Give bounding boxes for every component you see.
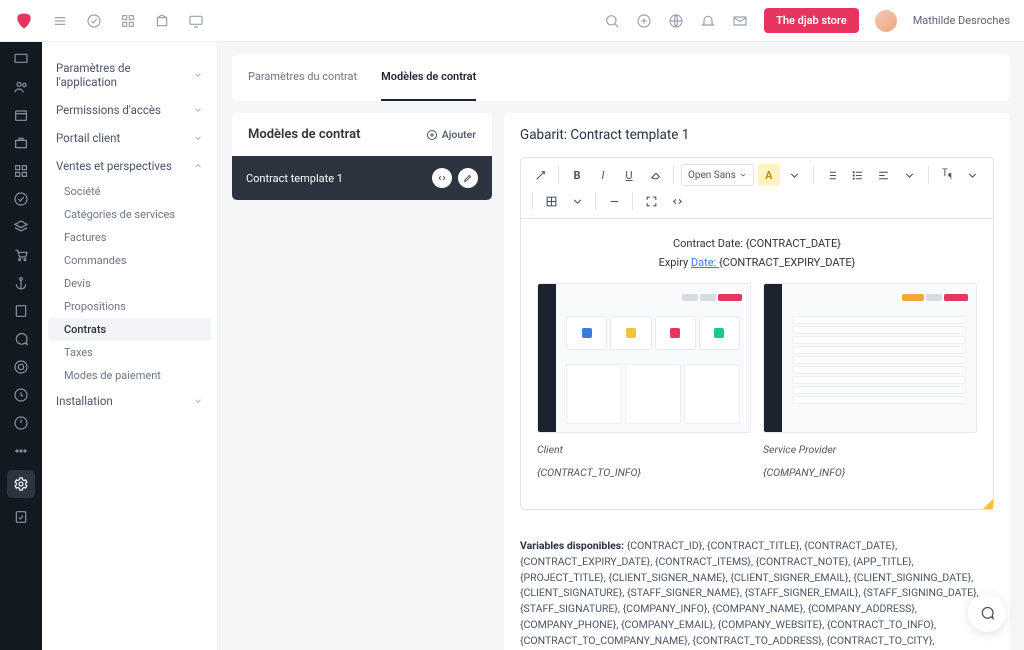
editor-card: Gabarit: Contract template 1 B I U xyxy=(504,113,1010,650)
sidebar-item-contracts[interactable]: Contrats xyxy=(48,318,211,341)
main-content: Paramètres du contrat Modèles de contrat… xyxy=(218,42,1024,650)
sidebar: Paramètres de l'application Permissions … xyxy=(42,42,218,650)
rail-chat-icon[interactable] xyxy=(12,330,30,348)
editor-body[interactable]: Contract Date: {CONTRACT_DATE} Expiry Da… xyxy=(521,219,993,509)
chat-fab[interactable] xyxy=(968,594,1006,632)
rail-more-icon[interactable] xyxy=(12,442,30,460)
store-button[interactable]: The djab store xyxy=(764,8,859,33)
rail-anchor-icon[interactable] xyxy=(12,274,30,292)
rich-editor: B I U Open Sans A xyxy=(520,157,994,510)
underline-icon[interactable]: U xyxy=(618,164,640,186)
preview-thumbnail-right xyxy=(763,283,977,433)
package-icon[interactable] xyxy=(154,13,170,29)
rail-power-icon[interactable] xyxy=(12,386,30,404)
rail-layers-icon[interactable] xyxy=(12,218,30,236)
table-icon[interactable] xyxy=(540,190,562,212)
code-view-icon[interactable] xyxy=(666,190,688,212)
icon-rail xyxy=(0,42,42,650)
dropdown-icon-4[interactable] xyxy=(566,190,588,212)
tab-contract-templates[interactable]: Modèles de contrat xyxy=(381,54,476,101)
search-icon[interactable] xyxy=(604,13,620,29)
dropdown-icon[interactable] xyxy=(784,164,806,186)
list-ul-icon[interactable] xyxy=(847,164,869,186)
rail-users-icon[interactable] xyxy=(12,78,30,96)
expiry-date-line: Expiry Date: {CONTRACT_EXPIRY_DATE} xyxy=(537,256,977,269)
align-icon[interactable] xyxy=(873,164,895,186)
template-list-item-label: Contract template 1 xyxy=(246,172,343,185)
rail-briefcase-icon[interactable] xyxy=(12,134,30,152)
template-list-title: Modèles de contrat xyxy=(248,127,360,142)
provider-value: {COMPANY_INFO} xyxy=(763,466,977,479)
rail-edit-icon[interactable] xyxy=(12,508,30,526)
plus-circle-icon[interactable] xyxy=(636,13,652,29)
sidebar-item-payment-methods[interactable]: Modes de paiement xyxy=(42,364,217,387)
editor-title: Gabarit: Contract template 1 xyxy=(504,113,1010,157)
sidebar-group-app-settings[interactable]: Paramètres de l'application xyxy=(42,54,217,96)
dropdown-icon-3[interactable] xyxy=(962,164,984,186)
rail-settings-icon[interactable] xyxy=(7,470,35,498)
paragraph-icon[interactable]: T¶ xyxy=(936,164,958,186)
rail-clock-icon[interactable] xyxy=(12,414,30,432)
code-icon[interactable] xyxy=(432,168,452,188)
fullscreen-icon[interactable] xyxy=(640,190,662,212)
avatar[interactable] xyxy=(875,10,897,32)
apps-grid-icon[interactable] xyxy=(120,13,136,29)
username-label: Mathilde Desroches xyxy=(913,14,1010,27)
edit-icon[interactable] xyxy=(458,168,478,188)
rail-lifebuoy-icon[interactable] xyxy=(12,358,30,376)
eraser-icon[interactable] xyxy=(644,164,666,186)
text-color-icon[interactable]: A xyxy=(758,164,780,186)
rail-monitor-icon[interactable] xyxy=(12,50,30,68)
mail-icon[interactable] xyxy=(732,13,748,29)
add-template-button[interactable]: Ajouter xyxy=(426,128,476,141)
monitor-icon[interactable] xyxy=(188,13,204,29)
sidebar-group-permissions[interactable]: Permissions d'accès xyxy=(42,96,217,124)
sidebar-item-taxes[interactable]: Taxes xyxy=(42,341,217,364)
client-label: Client xyxy=(537,443,751,456)
tab-bar: Paramètres du contrat Modèles de contrat xyxy=(232,54,1010,101)
sidebar-item-invoices[interactable]: Factures xyxy=(42,226,217,249)
bell-icon[interactable] xyxy=(700,13,716,29)
resize-handle-icon[interactable] xyxy=(983,499,993,509)
brand-logo xyxy=(14,11,34,31)
client-value: {CONTRACT_TO_INFO} xyxy=(537,466,751,479)
rail-grid-icon[interactable] xyxy=(12,162,30,180)
rail-check-icon[interactable] xyxy=(12,190,30,208)
preview-thumbnail-left xyxy=(537,283,751,433)
sidebar-item-service-categories[interactable]: Catégories de services xyxy=(42,203,217,226)
provider-label: Service Provider xyxy=(763,443,977,456)
menu-icon[interactable] xyxy=(52,13,68,29)
template-list-card: Modèles de contrat Ajouter Contract temp… xyxy=(232,113,492,200)
sidebar-group-installation[interactable]: Installation xyxy=(42,387,217,415)
list-ol-icon[interactable] xyxy=(821,164,843,186)
sidebar-item-orders[interactable]: Commandes xyxy=(42,249,217,272)
editor-toolbar: B I U Open Sans A xyxy=(521,158,993,219)
font-select[interactable]: Open Sans xyxy=(681,164,754,186)
rail-calendar-icon[interactable] xyxy=(12,106,30,124)
sidebar-item-company[interactable]: Société xyxy=(42,180,217,203)
variables-block: Variables disponibles: {CONTRACT_ID}, {C… xyxy=(504,526,1010,650)
minus-icon[interactable] xyxy=(603,190,625,212)
italic-icon[interactable]: I xyxy=(592,164,614,186)
topbar: The djab store Mathilde Desroches xyxy=(0,0,1024,42)
bold-icon[interactable]: B xyxy=(566,164,588,186)
rail-cart-icon[interactable] xyxy=(12,246,30,264)
wand-icon[interactable] xyxy=(529,164,551,186)
sidebar-group-sales[interactable]: Ventes et perspectives xyxy=(42,152,217,180)
sidebar-item-quotes[interactable]: Devis xyxy=(42,272,217,295)
rail-book-icon[interactable] xyxy=(12,302,30,320)
sidebar-item-proposals[interactable]: Propositions xyxy=(42,295,217,318)
tab-contract-settings[interactable]: Paramètres du contrat xyxy=(248,54,357,101)
sidebar-group-client-portal[interactable]: Portail client xyxy=(42,124,217,152)
check-circle-icon[interactable] xyxy=(86,13,102,29)
globe-icon[interactable] xyxy=(668,13,684,29)
template-list-item[interactable]: Contract template 1 xyxy=(232,156,492,200)
contract-date-line: Contract Date: {CONTRACT_DATE} xyxy=(537,237,977,250)
dropdown-icon-2[interactable] xyxy=(899,164,921,186)
